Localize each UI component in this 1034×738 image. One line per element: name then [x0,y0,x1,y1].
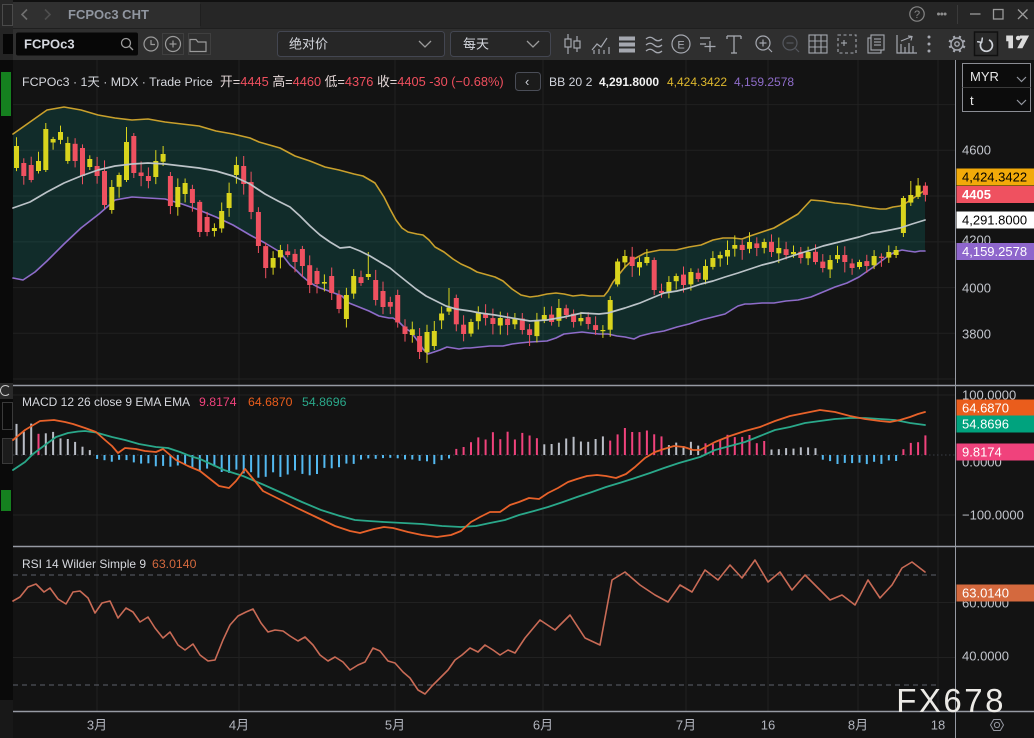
svg-text:每天: 每天 [463,37,489,52]
svg-text:3月: 3月 [87,718,107,733]
svg-text:63.0140: 63.0140 [962,586,1009,601]
svg-text:64.6870: 64.6870 [962,401,1009,416]
svg-text:MYR: MYR [970,69,999,84]
svg-text:4,159.2578: 4,159.2578 [962,244,1027,259]
svg-text:FCPOc3 · 1天 · MDX · Trade Pric: FCPOc3 · 1天 · MDX · Trade Price [22,75,213,89]
svg-text:8月: 8月 [848,718,868,733]
svg-text:9.8174: 9.8174 [962,445,1002,460]
svg-text:54.8696: 54.8696 [962,417,1009,432]
svg-text:开=4445 高=4460 低=4376 收=4405 -3: 开=4445 高=4460 低=4376 收=4405 -30 (−0.68%) [220,74,504,89]
svg-text:6月: 6月 [533,718,553,733]
svg-text:4,291.8000: 4,291.8000 [962,213,1027,228]
svg-text:3800: 3800 [962,327,991,342]
svg-text:4,424.3422: 4,424.3422 [962,170,1027,185]
svg-text:4000: 4000 [962,281,991,296]
svg-text:9.8174: 9.8174 [199,395,237,409]
svg-text:绝对价: 绝对价 [289,37,328,52]
svg-text:4405: 4405 [962,187,991,202]
svg-text:RSI 14 Wilder Simple 9: RSI 14 Wilder Simple 9 [22,557,146,571]
svg-text:4,424.3422: 4,424.3422 [667,75,727,89]
svg-text:5月: 5月 [385,718,405,733]
svg-text:FCPOc3 CHT: FCPOc3 CHT [68,7,149,22]
svg-text:4,159.2578: 4,159.2578 [734,75,794,89]
svg-text:FCPOc3: FCPOc3 [24,37,75,52]
svg-text:MACD 12 26 close 9 EMA EMA: MACD 12 26 close 9 EMA EMA [22,395,190,409]
svg-text:4,291.8000: 4,291.8000 [599,75,659,89]
svg-text:40.0000: 40.0000 [962,649,1009,664]
svg-text:64.6870: 64.6870 [248,395,293,409]
svg-text:E: E [677,40,684,52]
svg-text:7月: 7月 [676,718,696,733]
svg-text:BB 20 2: BB 20 2 [549,75,593,89]
svg-text:t: t [970,93,974,108]
svg-text:4600: 4600 [962,143,991,158]
svg-text:?: ? [914,9,920,21]
svg-text:16: 16 [761,718,775,733]
svg-text:FX678: FX678 [896,682,1006,719]
svg-text:−100.0000: −100.0000 [962,508,1024,523]
svg-text:‹: ‹ [525,74,529,89]
svg-text:4月: 4月 [229,718,249,733]
svg-text:54.8696: 54.8696 [302,395,347,409]
svg-text:63.0140: 63.0140 [152,557,197,571]
svg-text:18: 18 [931,718,945,733]
